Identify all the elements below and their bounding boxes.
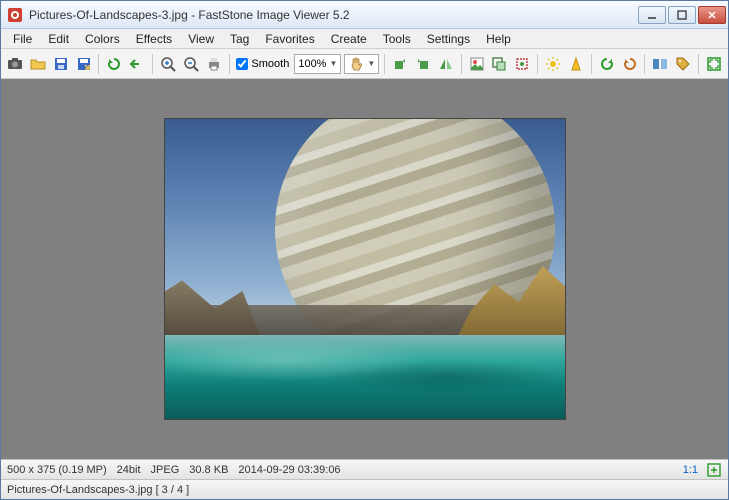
separator bbox=[644, 54, 645, 74]
separator bbox=[384, 54, 385, 74]
saveas-button[interactable] bbox=[74, 53, 94, 75]
maximize-button[interactable] bbox=[668, 6, 696, 24]
chevron-down-icon: ▼ bbox=[367, 59, 375, 68]
cursor-tool-select[interactable]: ▼ bbox=[344, 54, 379, 74]
print-button[interactable] bbox=[204, 53, 224, 75]
status-depth: 24bit bbox=[117, 464, 141, 476]
rotate-right-button[interactable] bbox=[413, 53, 433, 75]
app-icon bbox=[7, 7, 23, 23]
displayed-image bbox=[165, 119, 565, 419]
compare-button[interactable] bbox=[650, 53, 670, 75]
separator bbox=[698, 54, 699, 74]
app-window: Pictures-Of-Landscapes-3.jpg - FastStone… bbox=[0, 0, 729, 500]
image-canvas[interactable] bbox=[1, 79, 728, 459]
status-datetime: 2014-09-29 03:39:06 bbox=[238, 464, 340, 476]
menu-settings[interactable]: Settings bbox=[419, 30, 478, 48]
resize-button[interactable] bbox=[490, 53, 510, 75]
status-dimensions: 500 x 375 (0.19 MP) bbox=[7, 464, 107, 476]
separator bbox=[591, 54, 592, 74]
hand-icon bbox=[348, 56, 364, 72]
toolbar: Smooth 100% ▼ ▼ bbox=[1, 49, 728, 79]
smooth-label: Smooth bbox=[251, 58, 289, 70]
menu-create[interactable]: Create bbox=[323, 30, 375, 48]
close-button[interactable] bbox=[698, 6, 726, 24]
undo-button[interactable] bbox=[127, 53, 147, 75]
light-button[interactable] bbox=[543, 53, 563, 75]
acquire-button[interactable] bbox=[5, 53, 25, 75]
fullscreen-button[interactable] bbox=[704, 53, 724, 75]
draw-button[interactable] bbox=[467, 53, 487, 75]
redo-button[interactable] bbox=[597, 53, 617, 75]
separator bbox=[229, 54, 230, 74]
separator bbox=[461, 54, 462, 74]
menu-tag[interactable]: Tag bbox=[222, 30, 257, 48]
fit-window-icon[interactable] bbox=[706, 462, 722, 478]
open-button[interactable] bbox=[28, 53, 48, 75]
menu-view[interactable]: View bbox=[180, 30, 222, 48]
menu-colors[interactable]: Colors bbox=[77, 30, 128, 48]
zoom-ratio[interactable]: 1:1 bbox=[683, 464, 698, 476]
separator bbox=[98, 54, 99, 74]
separator bbox=[537, 54, 538, 74]
minimize-button[interactable] bbox=[638, 6, 666, 24]
menubar: File Edit Colors Effects View Tag Favori… bbox=[1, 29, 728, 49]
reload-button[interactable] bbox=[104, 53, 124, 75]
save-button[interactable] bbox=[51, 53, 71, 75]
undo2-button[interactable] bbox=[620, 53, 640, 75]
menu-edit[interactable]: Edit bbox=[40, 30, 77, 48]
window-buttons bbox=[638, 6, 726, 24]
status-bar-info: 500 x 375 (0.19 MP) 24bit JPEG 30.8 KB 2… bbox=[1, 459, 728, 479]
menu-favorites[interactable]: Favorites bbox=[257, 30, 322, 48]
chevron-down-icon: ▼ bbox=[329, 59, 337, 68]
menu-effects[interactable]: Effects bbox=[128, 30, 180, 48]
menu-file[interactable]: File bbox=[5, 30, 40, 48]
zoom-select[interactable]: 100% ▼ bbox=[294, 54, 341, 74]
menu-tools[interactable]: Tools bbox=[375, 30, 419, 48]
menu-help[interactable]: Help bbox=[478, 30, 519, 48]
status-filename-index: Pictures-Of-Landscapes-3.jpg [ 3 / 4 ] bbox=[7, 484, 189, 496]
zoom-value: 100% bbox=[298, 58, 326, 70]
smooth-toggle[interactable]: Smooth bbox=[234, 58, 291, 70]
status-bar-file: Pictures-Of-Landscapes-3.jpg [ 3 / 4 ] bbox=[1, 479, 728, 499]
titlebar: Pictures-Of-Landscapes-3.jpg - FastStone… bbox=[1, 1, 728, 29]
crop-button[interactable] bbox=[512, 53, 532, 75]
zoomout-button[interactable] bbox=[181, 53, 201, 75]
status-size: 30.8 KB bbox=[189, 464, 228, 476]
zoomin-button[interactable] bbox=[158, 53, 178, 75]
window-title: Pictures-Of-Landscapes-3.jpg - FastStone… bbox=[29, 8, 638, 22]
sharpen-button[interactable] bbox=[566, 53, 586, 75]
flip-button[interactable] bbox=[436, 53, 456, 75]
smooth-checkbox[interactable] bbox=[236, 58, 248, 70]
rotate-left-button[interactable] bbox=[390, 53, 410, 75]
status-format: JPEG bbox=[151, 464, 180, 476]
tag-button[interactable] bbox=[673, 53, 693, 75]
separator bbox=[152, 54, 153, 74]
